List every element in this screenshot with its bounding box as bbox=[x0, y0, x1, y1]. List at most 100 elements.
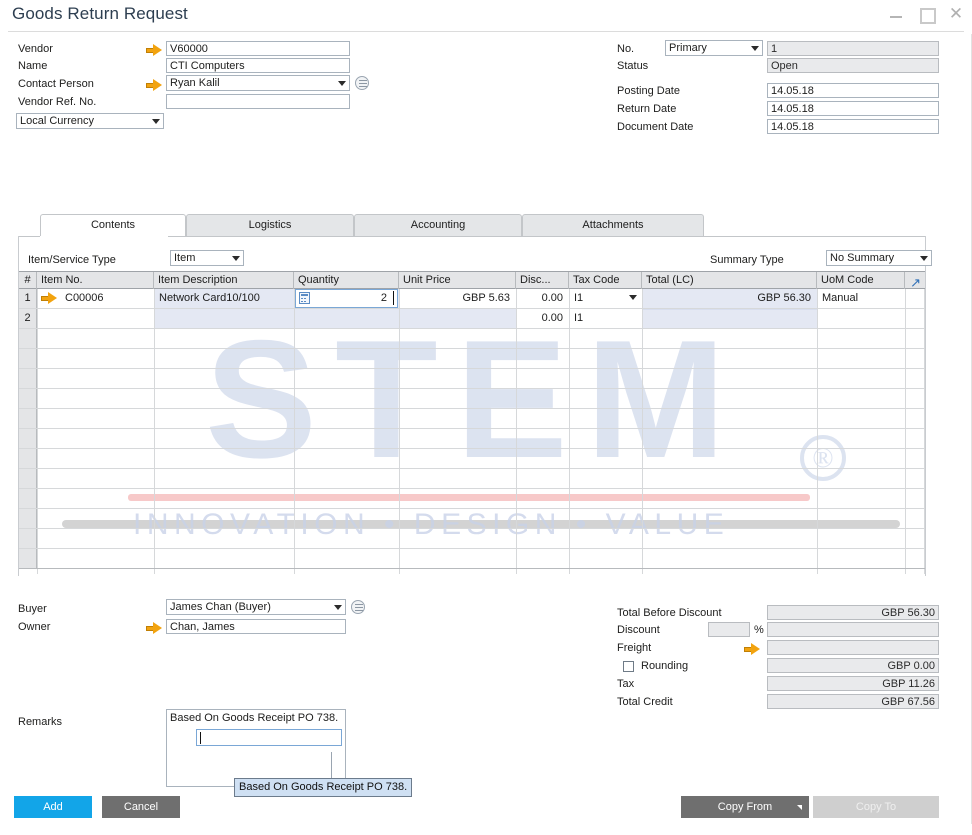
grid-rowline bbox=[19, 548, 925, 549]
freight-value[interactable] bbox=[767, 640, 939, 655]
total-before-discount-label: Total Before Discount bbox=[617, 607, 722, 619]
grid-empty-row[interactable] bbox=[19, 449, 37, 468]
contact-person-select[interactable]: Ryan Kalil bbox=[166, 75, 350, 91]
row-1-tax-code[interactable]: I1 bbox=[570, 289, 625, 308]
row-1-uom-code[interactable]: Manual bbox=[818, 289, 903, 308]
discount-percent-field[interactable] bbox=[708, 622, 750, 637]
row-1-description[interactable]: Network Card10/100 bbox=[155, 289, 293, 308]
grid-colline bbox=[154, 289, 155, 574]
cancel-button[interactable]: Cancel bbox=[102, 796, 180, 818]
vendor-ref-no-field[interactable] bbox=[166, 94, 350, 109]
return-date-field[interactable]: 14.05.18 bbox=[767, 101, 939, 116]
no-series-select[interactable]: Primary bbox=[665, 40, 763, 56]
row-1-discount[interactable]: 0.00 bbox=[517, 289, 567, 308]
remarks-tooltip: Based On Goods Receipt PO 738. bbox=[234, 778, 413, 797]
chevron-down-icon bbox=[152, 119, 160, 124]
col-header-uom-code[interactable]: UoM Code bbox=[817, 272, 905, 289]
row-number-1[interactable]: 1 bbox=[19, 289, 37, 308]
grid-empty-row[interactable] bbox=[19, 329, 37, 348]
grid-colline bbox=[642, 289, 643, 574]
buyer-list-icon[interactable] bbox=[351, 600, 365, 614]
maximize-icon[interactable] bbox=[918, 6, 936, 24]
row-2-discount[interactable]: 0.00 bbox=[517, 309, 567, 328]
contact-link-arrow-icon[interactable] bbox=[146, 79, 162, 92]
copy-from-label: Copy From bbox=[717, 801, 773, 813]
grid-empty-row[interactable] bbox=[19, 489, 37, 508]
grid-colline bbox=[924, 289, 925, 574]
tab-accounting[interactable]: Accounting bbox=[354, 214, 522, 236]
tab-logistics[interactable]: Logistics bbox=[186, 214, 354, 236]
row-1-unit-price[interactable]: GBP 5.63 bbox=[400, 289, 514, 308]
grid-empty-row[interactable] bbox=[19, 369, 37, 388]
grid-empty-row[interactable] bbox=[19, 509, 37, 528]
col-header-description[interactable]: Item Description bbox=[154, 272, 294, 289]
add-button[interactable]: Add bbox=[14, 796, 92, 818]
text-cursor bbox=[200, 732, 201, 744]
col-header-total-lc[interactable]: Total (LC) bbox=[642, 272, 817, 289]
contact-person-list-icon[interactable] bbox=[355, 76, 369, 90]
grid-colline bbox=[817, 289, 818, 574]
vendor-link-arrow-icon[interactable] bbox=[146, 44, 162, 57]
rounding-label: Rounding bbox=[641, 660, 689, 672]
row-2-tax-code[interactable]: I1 bbox=[570, 309, 625, 328]
tab-attachments[interactable]: Attachments bbox=[522, 214, 704, 236]
col-header-num[interactable]: # bbox=[19, 272, 37, 289]
item-service-type-select[interactable]: Item bbox=[170, 250, 244, 266]
total-credit-label: Total Credit bbox=[617, 696, 673, 708]
grid-rowline bbox=[19, 368, 925, 369]
line-items-grid[interactable]: # Item No. Item Description Quantity Uni… bbox=[19, 271, 925, 574]
title-divider bbox=[8, 31, 964, 32]
col-header-quantity[interactable]: Quantity bbox=[294, 272, 399, 289]
col-header-unit-price[interactable]: Unit Price bbox=[399, 272, 516, 289]
total-credit-value: GBP 67.56 bbox=[767, 694, 939, 709]
grid-empty-row[interactable] bbox=[19, 389, 37, 408]
copy-from-button[interactable]: Copy From bbox=[681, 796, 809, 818]
col-header-discount[interactable]: Disc... bbox=[516, 272, 569, 289]
owner-field[interactable]: Chan, James bbox=[166, 619, 346, 634]
grid-rowline bbox=[19, 448, 925, 449]
col-header-item-no[interactable]: Item No. bbox=[37, 272, 154, 289]
col-header-tax-code[interactable]: Tax Code bbox=[569, 272, 642, 289]
remarks-label: Remarks bbox=[18, 716, 63, 728]
document-date-field[interactable]: 14.05.18 bbox=[767, 119, 939, 134]
grid-empty-row[interactable] bbox=[19, 469, 37, 488]
remarks-inline-editor[interactable] bbox=[196, 729, 342, 746]
grid-empty-row[interactable] bbox=[19, 409, 37, 428]
summary-type-select[interactable]: No Summary bbox=[826, 250, 932, 266]
rounding-checkbox[interactable] bbox=[623, 661, 634, 672]
vendor-field[interactable]: V60000 bbox=[166, 41, 350, 56]
buyer-select[interactable]: James Chan (Buyer) bbox=[166, 599, 346, 615]
grid-empty-row[interactable] bbox=[19, 549, 37, 568]
grid-expand-header[interactable]: ↗ bbox=[905, 272, 925, 289]
close-icon[interactable]: ✕ bbox=[948, 5, 964, 22]
row-1-item-no[interactable]: C00006 bbox=[61, 289, 153, 308]
posting-date-field[interactable]: 14.05.18 bbox=[767, 83, 939, 98]
vendor-ref-no-label: Vendor Ref. No. bbox=[18, 96, 97, 108]
owner-label: Owner bbox=[18, 621, 51, 633]
tab-contents[interactable]: Contents bbox=[40, 214, 186, 237]
freight-label: Freight bbox=[617, 642, 652, 654]
expand-grid-icon[interactable]: ↗ bbox=[910, 274, 921, 289]
grid-empty-row[interactable] bbox=[19, 529, 37, 548]
grid-header-row: # Item No. Item Description Quantity Uni… bbox=[19, 271, 925, 289]
owner-link-arrow-icon[interactable] bbox=[146, 622, 162, 635]
total-before-discount-value: GBP 56.30 bbox=[767, 605, 939, 620]
grid-empty-row[interactable] bbox=[19, 349, 37, 368]
row-number-2[interactable]: 2 bbox=[19, 309, 37, 328]
currency-select[interactable]: Local Currency bbox=[16, 113, 164, 129]
freight-link-arrow-icon[interactable] bbox=[744, 643, 760, 656]
row-1-total-lc[interactable]: GBP 56.30 bbox=[643, 289, 815, 308]
grid-colline bbox=[294, 289, 295, 574]
row-1-quantity[interactable]: 2 bbox=[299, 289, 391, 308]
no-series-value: Primary bbox=[669, 42, 707, 54]
document-number-field: 1 bbox=[767, 41, 939, 56]
row-1-tax-code-dropdown[interactable] bbox=[625, 291, 641, 306]
row-1-item-link-arrow-icon[interactable] bbox=[41, 292, 57, 305]
grid-colline bbox=[37, 289, 38, 574]
buyer-value: James Chan (Buyer) bbox=[170, 601, 271, 613]
minimize-icon[interactable] bbox=[888, 6, 904, 22]
vendor-name-field[interactable]: CTI Computers bbox=[166, 58, 350, 73]
grid-colline bbox=[905, 289, 906, 574]
grid-empty-row[interactable] bbox=[19, 429, 37, 448]
grid-tint-e bbox=[642, 308, 817, 329]
